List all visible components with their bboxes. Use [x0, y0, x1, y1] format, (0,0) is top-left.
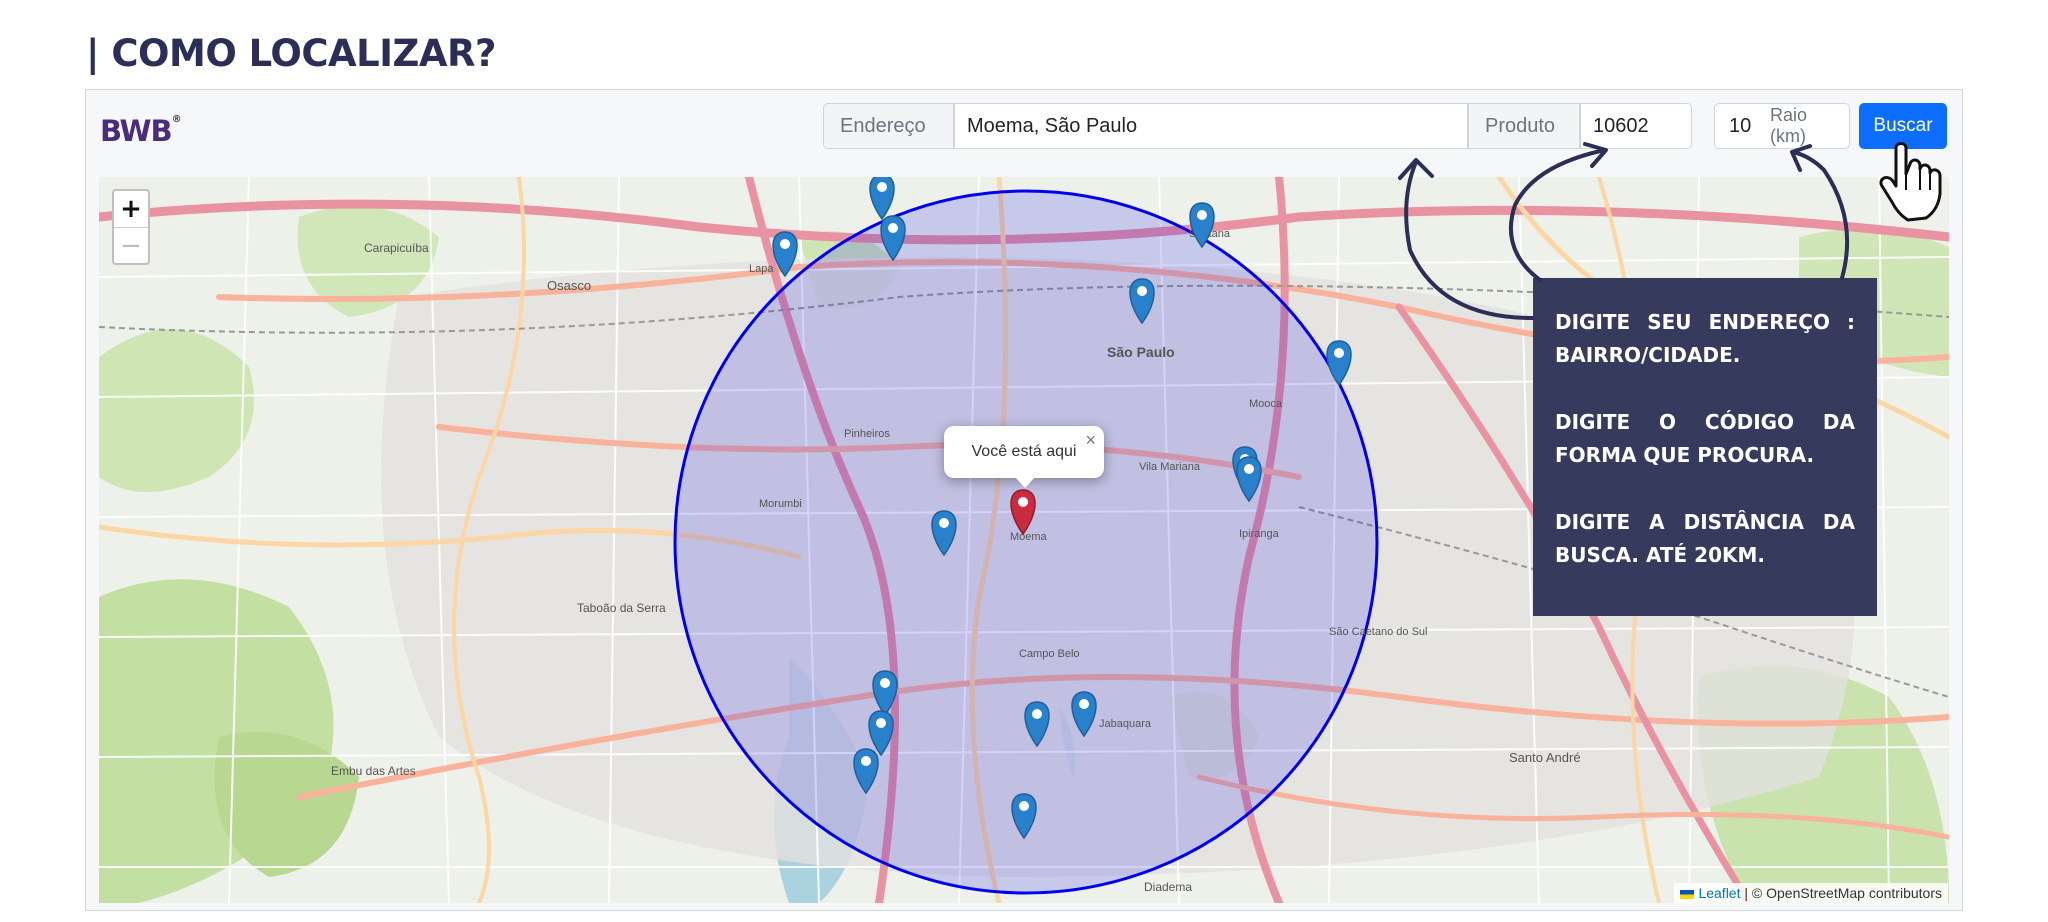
product-label: Produto	[1468, 103, 1580, 149]
map-label-center: São Paulo	[1107, 344, 1175, 360]
page-title: | COMO LOCALIZAR?	[86, 32, 496, 75]
location-popup: Você está aqui ×	[944, 426, 1104, 488]
zoom-control: + −	[112, 189, 150, 265]
map-label-jabaquara: Jabaquara	[1099, 718, 1152, 730]
product-input[interactable]: 10602	[1580, 103, 1692, 149]
map-label-sao-caetano: São Caetano do Sul	[1329, 626, 1427, 638]
instructions-callout: DIGITE SEU ENDEREÇO : BAIRRO/CIDADE. DIG…	[1533, 278, 1877, 616]
radius-input[interactable]: 10	[1714, 103, 1766, 149]
instruction-product: DIGITE O CÓDIGO DA FORMA QUE PROCURA.	[1555, 410, 1855, 467]
map-label-embu: Embu das Artes	[331, 764, 416, 778]
radius-group: 10 Raio (km)	[1714, 103, 1850, 149]
logo-mark: ®	[171, 114, 182, 125]
leaflet-link[interactable]: Leaflet	[1698, 885, 1740, 901]
address-input[interactable]: Moema, São Paulo	[954, 103, 1468, 149]
map-label-campo-belo: Campo Belo	[1019, 648, 1080, 660]
brand-logo[interactable]: BWB®	[100, 114, 182, 148]
map-label-lapa: Lapa	[749, 263, 774, 275]
logo-text: BWB	[100, 114, 173, 148]
popup-text: Você está aqui	[971, 443, 1077, 460]
popup-tip	[1014, 476, 1036, 488]
instruction-address: DIGITE SEU ENDEREÇO : BAIRRO/CIDADE.	[1555, 310, 1855, 367]
zoom-in-button[interactable]: +	[114, 191, 148, 228]
radius-unit-label: Raio (km)	[1766, 103, 1850, 149]
map-label-diadema: Diadema	[1144, 880, 1192, 894]
map-label-osasco: Osasco	[547, 278, 591, 293]
map-label-ipiranga: Ipiranga	[1239, 528, 1280, 540]
address-group: Endereço Moema, São Paulo Produto 10602	[823, 103, 1692, 149]
map-attribution: Leaflet | © OpenStreetMap contributors	[1674, 883, 1948, 903]
ukraine-flag-icon	[1680, 889, 1695, 899]
map-marker-icon	[869, 177, 895, 221]
map-label-moema: Moema	[1010, 531, 1048, 543]
map-label-pinheiros: Pinheiros	[844, 428, 890, 440]
osm-attribution-text: | © OpenStreetMap contributors	[1740, 885, 1942, 901]
popup-close-icon[interactable]: ×	[1085, 430, 1096, 451]
map-label-vila-mariana: Vila Mariana	[1139, 461, 1201, 473]
zoom-out-button[interactable]: −	[114, 228, 148, 264]
instruction-radius: DIGITE A DISTÂNCIA DA BUSCA. ATÉ 20KM.	[1555, 510, 1855, 567]
search-button[interactable]: Buscar	[1859, 103, 1947, 149]
map-label-carapicuiba: Carapicuíba	[364, 241, 429, 255]
map-label-taboao: Taboão da Serra	[577, 601, 666, 615]
map-label-santo-andre: Santo André	[1509, 750, 1581, 765]
map-label-morumbi: Morumbi	[759, 498, 802, 510]
map-label-mooca: Mooca	[1249, 398, 1283, 410]
address-label: Endereço	[823, 103, 954, 149]
